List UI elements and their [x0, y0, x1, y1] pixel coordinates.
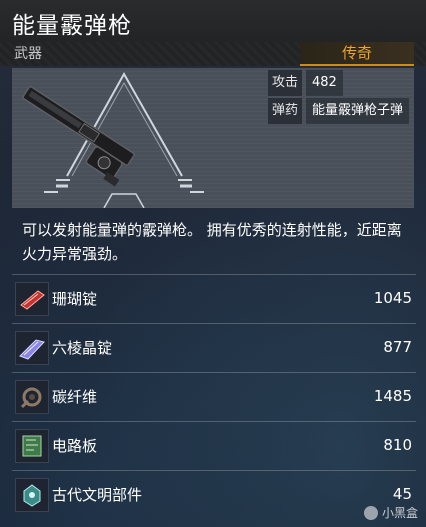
materials-list: 珊瑚锭 1045 六棱晶锭 877 碳纤维 1485 电路板 810 古代文明部… — [12, 274, 416, 519]
stat-row-attack: 攻击 482 — [268, 70, 409, 96]
material-name: 六棱晶锭 — [52, 339, 113, 357]
item-title: 能量霰弹枪 — [12, 13, 132, 39]
material-qty: 45 — [392, 485, 412, 503]
rarity-badge: 传奇 — [300, 42, 414, 66]
watermark: 小黑盒 — [363, 504, 418, 521]
stat-label: 弹药 — [268, 98, 302, 124]
material-qty: 1485 — [373, 387, 412, 405]
item-header: 能量霰弹枪 武器 传奇 — [0, 0, 426, 66]
circuit-board-icon — [15, 429, 49, 463]
watermark-logo-icon — [363, 505, 378, 520]
list-item[interactable]: 电路板 810 — [12, 421, 416, 470]
item-description: 可以发射能量弹的霰弹枪。 拥有优秀的连射性能，近距离火力异常强劲。 — [22, 221, 402, 263]
item-category: 武器 — [14, 46, 42, 62]
coral-ingot-icon — [15, 282, 49, 316]
list-item[interactable]: 珊瑚锭 1045 — [12, 274, 416, 323]
material-qty: 810 — [383, 436, 412, 454]
material-name: 珊瑚锭 — [52, 290, 98, 308]
stat-label: 攻击 — [268, 70, 302, 96]
list-item[interactable]: 六棱晶锭 877 — [12, 323, 416, 372]
watermark-text: 小黑盒 — [381, 506, 418, 520]
stat-value: 482 — [306, 70, 343, 96]
energy-shotgun-icon — [22, 86, 135, 187]
ancient-civilization-part-icon — [15, 478, 49, 512]
item-subtitle-bar: 武器 传奇 — [0, 42, 426, 66]
carbon-fiber-icon — [15, 380, 49, 414]
material-qty: 1045 — [373, 289, 412, 307]
stat-row-ammo: 弹药 能量霰弹枪子弹 — [268, 98, 410, 124]
material-name: 古代文明部件 — [52, 486, 143, 504]
stats-panel: 攻击 482 弹药 能量霰弹枪子弹 — [268, 70, 410, 126]
material-name: 碳纤维 — [52, 388, 98, 406]
list-item[interactable]: 碳纤维 1485 — [12, 372, 416, 421]
triangle-frame-icon — [44, 71, 204, 208]
list-item[interactable]: 古代文明部件 45 — [12, 470, 416, 519]
item-detail-panel: 能量霰弹枪 武器 传奇 攻击 482 弹药 能量霰弹枪子弹 可以发射能量弹的霰弹… — [0, 0, 426, 527]
stat-value: 能量霰弹枪子弹 — [306, 98, 410, 124]
hexagonal-crystal-ingot-icon — [15, 331, 49, 365]
material-name: 电路板 — [52, 437, 98, 455]
material-qty: 877 — [383, 338, 412, 356]
